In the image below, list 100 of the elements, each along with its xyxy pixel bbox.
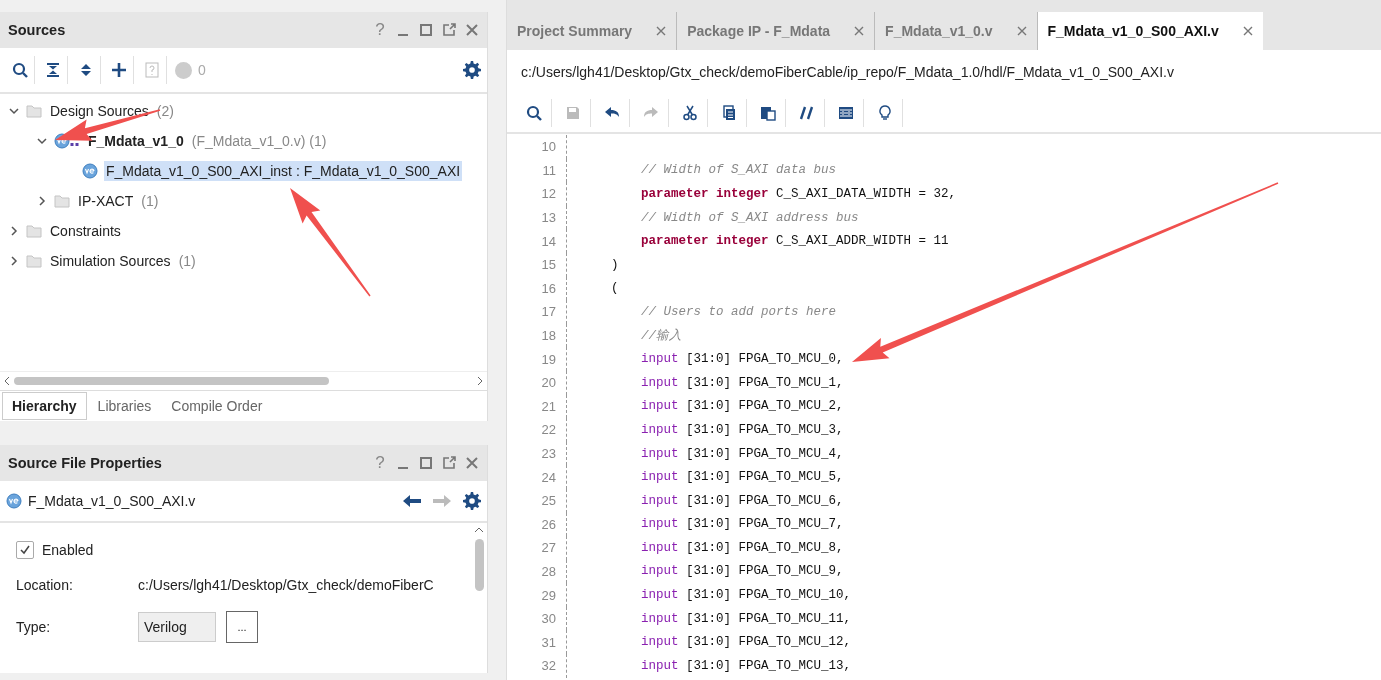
line-number: 32 <box>507 654 567 678</box>
collapse-all-icon <box>45 62 61 78</box>
chevron-right-icon[interactable] <box>36 195 48 207</box>
line-number: 10 <box>507 135 567 159</box>
code-line: input [31:0] FPGA_TO_MCU_10, <box>640 588 853 603</box>
tree-item[interactable]: IP-XACT <box>76 191 136 211</box>
code-line: input [31:0] FPGA_TO_MCU_8, <box>640 540 845 555</box>
code-line: // Users to add ports here <box>640 304 838 319</box>
editor-tab[interactable]: Project Summary <box>507 12 678 50</box>
search-icon <box>12 62 28 78</box>
check-icon <box>19 544 31 556</box>
chevron-right-icon[interactable] <box>8 225 20 237</box>
maximize-icon[interactable] <box>419 456 433 470</box>
editor-tab[interactable]: Package IP - F_Mdata <box>677 12 876 50</box>
editor-tab[interactable]: F_Mdata_v1_0_S00_AXI.v <box>1037 12 1263 50</box>
line-number: 17 <box>507 300 567 324</box>
help-icon <box>144 62 160 78</box>
tree-item[interactable]: F_Mdata_v1_0 <box>86 131 186 151</box>
cut-icon <box>682 105 698 121</box>
settings-icon[interactable] <box>463 492 481 510</box>
line-number: 13 <box>507 205 567 230</box>
code-line: ) <box>610 257 620 272</box>
code-line: input [31:0] FPGA_TO_MCU_11, <box>640 611 853 626</box>
close-icon[interactable] <box>1016 26 1027 36</box>
close-icon[interactable] <box>1242 26 1253 36</box>
close-icon[interactable] <box>656 26 667 36</box>
close-icon[interactable] <box>465 456 479 470</box>
folder-icon <box>26 254 42 268</box>
line-number: 25 <box>507 488 567 513</box>
code-line: ( <box>610 281 620 296</box>
line-number: 19 <box>507 347 567 371</box>
file-name: F_Mdata_v1_0_S00_AXI.v <box>28 493 197 509</box>
folder-icon <box>26 224 42 238</box>
line-number: 14 <box>507 229 567 253</box>
line-number: 21 <box>507 394 567 419</box>
code-line: parameter integer C_S_AXI_ADDR_WIDTH = 11 <box>640 234 950 249</box>
line-number: 26 <box>507 512 567 537</box>
verilog-file-icon <box>6 493 22 509</box>
panel-title: Source File Properties <box>8 455 162 471</box>
checkbox[interactable] <box>16 541 34 559</box>
tree-item-detail: (1) <box>178 253 196 269</box>
tree-item-detail: (2) <box>156 103 174 119</box>
line-number: 22 <box>507 418 567 442</box>
scroll-left-icon[interactable] <box>4 376 10 386</box>
code-line: input [31:0] FPGA_TO_MCU_12, <box>640 635 853 650</box>
code-line: input [31:0] FPGA_TO_MCU_0, <box>640 352 845 367</box>
tree-item[interactable]: F_Mdata_v1_0_S00_AXI_inst : F_Mdata_v1_0_S00_AXI <box>104 161 463 181</box>
close-icon[interactable] <box>854 26 865 36</box>
tree-item[interactable]: Constraints <box>48 221 123 241</box>
chevron-down-icon[interactable] <box>36 135 48 147</box>
line-number: 11 <box>507 158 567 183</box>
code-line: input [31:0] FPGA_TO_MCU_3, <box>640 422 845 437</box>
panel-tab[interactable]: Compile Order <box>162 393 272 419</box>
chevron-down-icon[interactable] <box>8 105 20 117</box>
browse-button[interactable]: ... <box>226 611 258 643</box>
chevron-right-icon[interactable] <box>8 255 20 267</box>
code-line: input [31:0] FPGA_TO_MCU_9, <box>640 564 845 579</box>
close-icon[interactable] <box>465 23 479 37</box>
code-line: input [31:0] FPGA_TO_MCU_7, <box>640 517 845 532</box>
line-number: 24 <box>507 465 567 489</box>
code-line: input [31:0] FPGA_TO_MCU_2, <box>640 399 845 414</box>
line-number: 30 <box>507 606 567 631</box>
float-icon[interactable] <box>442 23 456 37</box>
property-label: Location: <box>16 577 74 593</box>
line-number: 23 <box>507 441 567 466</box>
line-number: 12 <box>507 182 567 206</box>
code-line: // Width of S_AXI address bus <box>640 210 860 225</box>
code-line: input [31:0] FPGA_TO_MCU_6, <box>640 493 845 508</box>
property-label: Type: <box>16 619 52 635</box>
scroll-right-icon[interactable] <box>477 376 483 386</box>
paste-icon <box>760 105 776 121</box>
save-icon <box>565 105 581 121</box>
editor-tab[interactable]: F_Mdata_v1_0.v <box>875 12 1038 50</box>
line-number: 15 <box>507 252 567 277</box>
code-line: parameter integer C_S_AXI_DATA_WIDTH = 32, <box>640 187 958 201</box>
verilog-file-icon <box>82 163 98 179</box>
folder-icon <box>54 194 70 208</box>
scroll-up-icon[interactable] <box>474 527 484 533</box>
back-arrow-icon[interactable] <box>403 495 421 507</box>
float-icon[interactable] <box>442 456 456 470</box>
copy-icon <box>721 105 737 121</box>
code-line: input [31:0] FPGA_TO_MCU_13, <box>640 658 853 673</box>
add-icon <box>111 62 127 78</box>
message-status-icon <box>175 61 192 79</box>
settings-icon[interactable] <box>463 61 481 79</box>
panel-title: Sources <box>8 22 66 38</box>
tree-item-detail: (1) <box>141 193 159 209</box>
code-line: // Width of S_AXI data bus <box>640 163 838 178</box>
tree-item[interactable]: Design Sources <box>48 101 151 121</box>
panel-tab[interactable]: Hierarchy <box>2 392 87 420</box>
type-field[interactable]: Verilog <box>138 612 216 642</box>
bulb-icon <box>877 105 893 121</box>
code-line: input [31:0] FPGA_TO_MCU_5, <box>640 470 845 485</box>
panel-tab[interactable]: Libraries <box>88 393 161 419</box>
code-line: input [31:0] FPGA_TO_MCU_4, <box>640 446 845 461</box>
maximize-icon[interactable] <box>419 23 433 37</box>
comment-icon <box>799 105 815 121</box>
message-count: 0 <box>198 62 206 78</box>
line-number: 28 <box>507 559 567 584</box>
tree-item[interactable]: Simulation Sources <box>48 251 173 271</box>
